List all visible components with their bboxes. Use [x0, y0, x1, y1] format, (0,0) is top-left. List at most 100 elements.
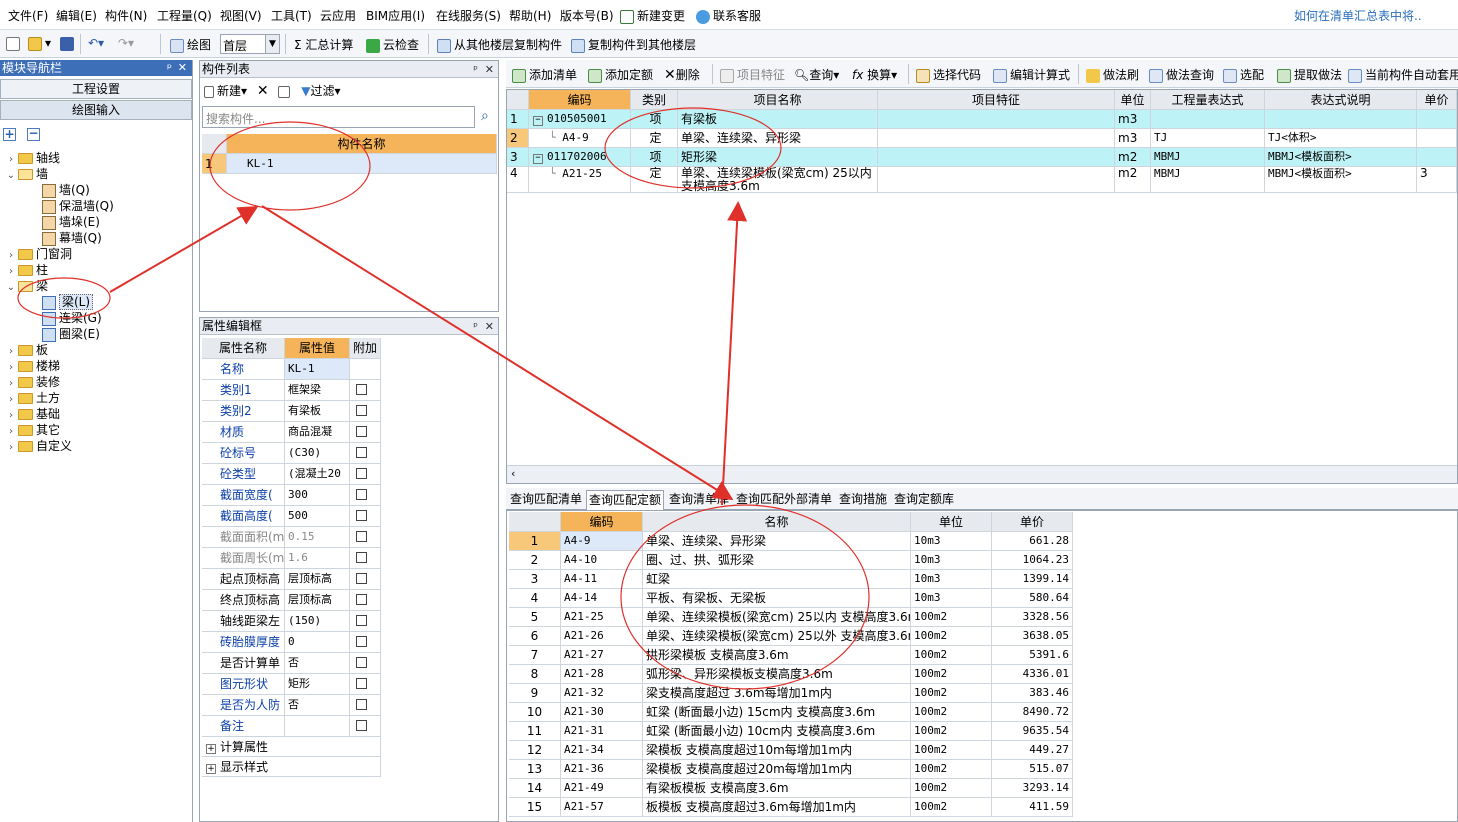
column-header[interactable]: 名称	[643, 512, 911, 532]
prop-value[interactable]: 矩形	[285, 674, 350, 695]
display-style-group[interactable]: + 显示样式	[202, 757, 381, 777]
tree-leaf[interactable]: 连梁(G)	[42, 310, 102, 326]
search-input[interactable]: 搜索构件...	[202, 106, 475, 128]
quota-cell-code[interactable]: A21-26	[561, 627, 643, 646]
tree-leaf[interactable]: 墙垛(E)	[42, 214, 100, 230]
quota-cell-code[interactable]: A21-30	[561, 703, 643, 722]
column-header[interactable]: 编码	[561, 512, 643, 532]
quota-cell-unit[interactable]: 100m2	[911, 722, 992, 741]
drawing-input-button[interactable]: 绘图输入	[0, 100, 192, 120]
extra-checkbox[interactable]	[356, 615, 367, 626]
grid-cell-desc[interactable]: MBMJ<模板面积>	[1265, 148, 1417, 167]
tab-measures[interactable]: 查询措施	[837, 490, 889, 510]
tab-match-list[interactable]: 查询匹配清单	[508, 490, 584, 510]
extra-checkbox[interactable]	[356, 699, 367, 710]
extra-checkbox[interactable]	[356, 384, 367, 395]
chevron-right-icon[interactable]: ›	[6, 440, 16, 456]
tree-folder[interactable]: › 自定义	[6, 438, 72, 456]
column-header[interactable]: 单位	[1115, 90, 1151, 110]
tab-match-quota[interactable]: 查询匹配定额	[586, 490, 665, 510]
menu-tools[interactable]: 工具(T)	[271, 7, 312, 24]
redo-icon[interactable]: ↷▾	[118, 36, 134, 50]
chevron-down-icon[interactable]: ⌄	[6, 168, 16, 184]
copy-from-floor-button[interactable]: 从其他楼层复制构件	[437, 36, 562, 53]
grid-cell-unit[interactable]: m3	[1115, 129, 1151, 148]
quota-cell-code[interactable]: A21-49	[561, 779, 643, 798]
summary-calc-button[interactable]: Σ 汇总计算	[294, 36, 353, 53]
open-folder-icon[interactable]: ▾	[28, 36, 51, 51]
new-change-button[interactable]: 新建变更	[620, 7, 685, 24]
quota-cell-price[interactable]: 9635.54	[992, 722, 1073, 741]
column-header[interactable]: 项目名称	[678, 90, 878, 110]
method-query-button[interactable]: 做法查询	[1149, 66, 1214, 83]
prop-value[interactable]: (150)	[285, 611, 350, 632]
grid-cell-desc[interactable]: TJ<体积>	[1265, 129, 1417, 148]
column-header[interactable]: 工程量表达式	[1151, 90, 1265, 110]
quota-cell-name[interactable]: 有梁板模板 支模高度3.6m	[643, 779, 911, 798]
tab-quota-library[interactable]: 查询定额库	[892, 490, 956, 510]
save-icon[interactable]	[60, 36, 77, 51]
prop-value[interactable]: 300	[285, 485, 350, 506]
grid-cell-expr[interactable]	[1151, 110, 1265, 129]
quota-cell-unit[interactable]: 10m3	[911, 551, 992, 570]
quota-cell-name[interactable]: 虹梁	[643, 570, 911, 589]
quota-cell-unit[interactable]: 10m3	[911, 532, 992, 551]
prop-value[interactable]	[285, 716, 350, 737]
quota-cell-name[interactable]: 弧形梁、异形梁模板支模高度3.6m	[643, 665, 911, 684]
expand-icon[interactable]: +	[206, 744, 216, 754]
quota-cell-name[interactable]: 单梁、连续梁、异形梁	[643, 532, 911, 551]
pin-icon[interactable]: ᵖ	[473, 319, 478, 335]
quota-cell-price[interactable]: 661.28	[992, 532, 1073, 551]
query-button[interactable]: 🔍︎查询▾	[794, 66, 839, 83]
quota-cell-name[interactable]: 拱形梁模板 支模高度3.6m	[643, 646, 911, 665]
item-feature-button[interactable]: 项目特征	[720, 66, 785, 83]
auto-apply-button[interactable]: 当前构件自动套用	[1348, 66, 1458, 83]
pin-icon[interactable]: ᵖ	[167, 60, 172, 76]
tree-leaf[interactable]: 梁(L)	[42, 294, 94, 310]
close-icon[interactable]: ✕	[485, 62, 494, 78]
menu-quantity[interactable]: 工程量(Q)	[157, 7, 212, 24]
extra-checkbox[interactable]	[356, 405, 367, 416]
grid-cell-name[interactable]: 单梁、连续梁、异形梁	[678, 129, 878, 148]
menu-edit[interactable]: 编辑(E)	[56, 7, 97, 24]
grid-cell-price[interactable]	[1417, 129, 1457, 148]
quota-cell-name[interactable]: 梁模板 支模高度超过10m每增加1m内	[643, 741, 911, 760]
quota-cell-unit[interactable]: 100m2	[911, 646, 992, 665]
method-brush-button[interactable]: 做法刷	[1086, 66, 1139, 83]
grid-cell-expr[interactable]: MBMJ	[1151, 148, 1265, 167]
quota-cell-name[interactable]: 梁支模高度超过 3.6m每增加1m内	[643, 684, 911, 703]
tree-leaf[interactable]: 圈梁(E)	[42, 326, 100, 342]
menu-online[interactable]: 在线服务(S)	[436, 7, 501, 24]
prop-value[interactable]: 500	[285, 506, 350, 527]
quota-cell-code[interactable]: A4-14	[561, 589, 643, 608]
expand-all-icon[interactable]: +	[3, 128, 16, 141]
grid-cell-code[interactable]: −011702006	[529, 148, 631, 167]
quota-cell-price[interactable]: 3328.56	[992, 608, 1073, 627]
grid-cell-type[interactable]: 项	[631, 110, 678, 129]
quota-cell-unit[interactable]: 10m3	[911, 570, 992, 589]
edit-formula-button[interactable]: 编辑计算式	[993, 66, 1070, 83]
grid-cell-type[interactable]: 定	[631, 167, 678, 193]
tab-list-library[interactable]: 查询清单库	[667, 490, 731, 510]
extra-checkbox[interactable]	[356, 657, 367, 668]
quota-cell-name[interactable]: 单梁、连续梁模板(梁宽cm) 25以内 支模高度3.6m	[643, 608, 911, 627]
quota-cell-code[interactable]: A4-11	[561, 570, 643, 589]
grid-cell-price[interactable]	[1417, 110, 1457, 129]
quota-cell-price[interactable]: 3293.14	[992, 779, 1073, 798]
collapse-icon[interactable]: −	[533, 116, 543, 126]
grid-cell-feature[interactable]	[878, 148, 1115, 167]
extra-checkbox[interactable]	[356, 678, 367, 689]
quota-cell-price[interactable]: 515.07	[992, 760, 1073, 779]
tree-leaf[interactable]: 保温墙(Q)	[42, 198, 114, 214]
quota-cell-name[interactable]: 平板、有梁板、无梁板	[643, 589, 911, 608]
search-icon[interactable]: ⌕	[481, 108, 489, 124]
extra-checkbox[interactable]	[356, 489, 367, 500]
prop-value[interactable]: 0.15	[285, 527, 350, 548]
new-file-icon[interactable]	[6, 36, 23, 51]
quota-cell-code[interactable]: A4-10	[561, 551, 643, 570]
quota-cell-unit[interactable]: 100m2	[911, 760, 992, 779]
copy-to-floor-button[interactable]: 复制构件到其他楼层	[571, 36, 696, 53]
quota-cell-price[interactable]: 411.59	[992, 798, 1073, 817]
grid-cell-code[interactable]: └ A21-25	[529, 167, 631, 193]
grid-cell-name[interactable]: 单梁、连续梁模板(梁宽cm) 25以内 支模高度3.6m	[678, 167, 878, 193]
